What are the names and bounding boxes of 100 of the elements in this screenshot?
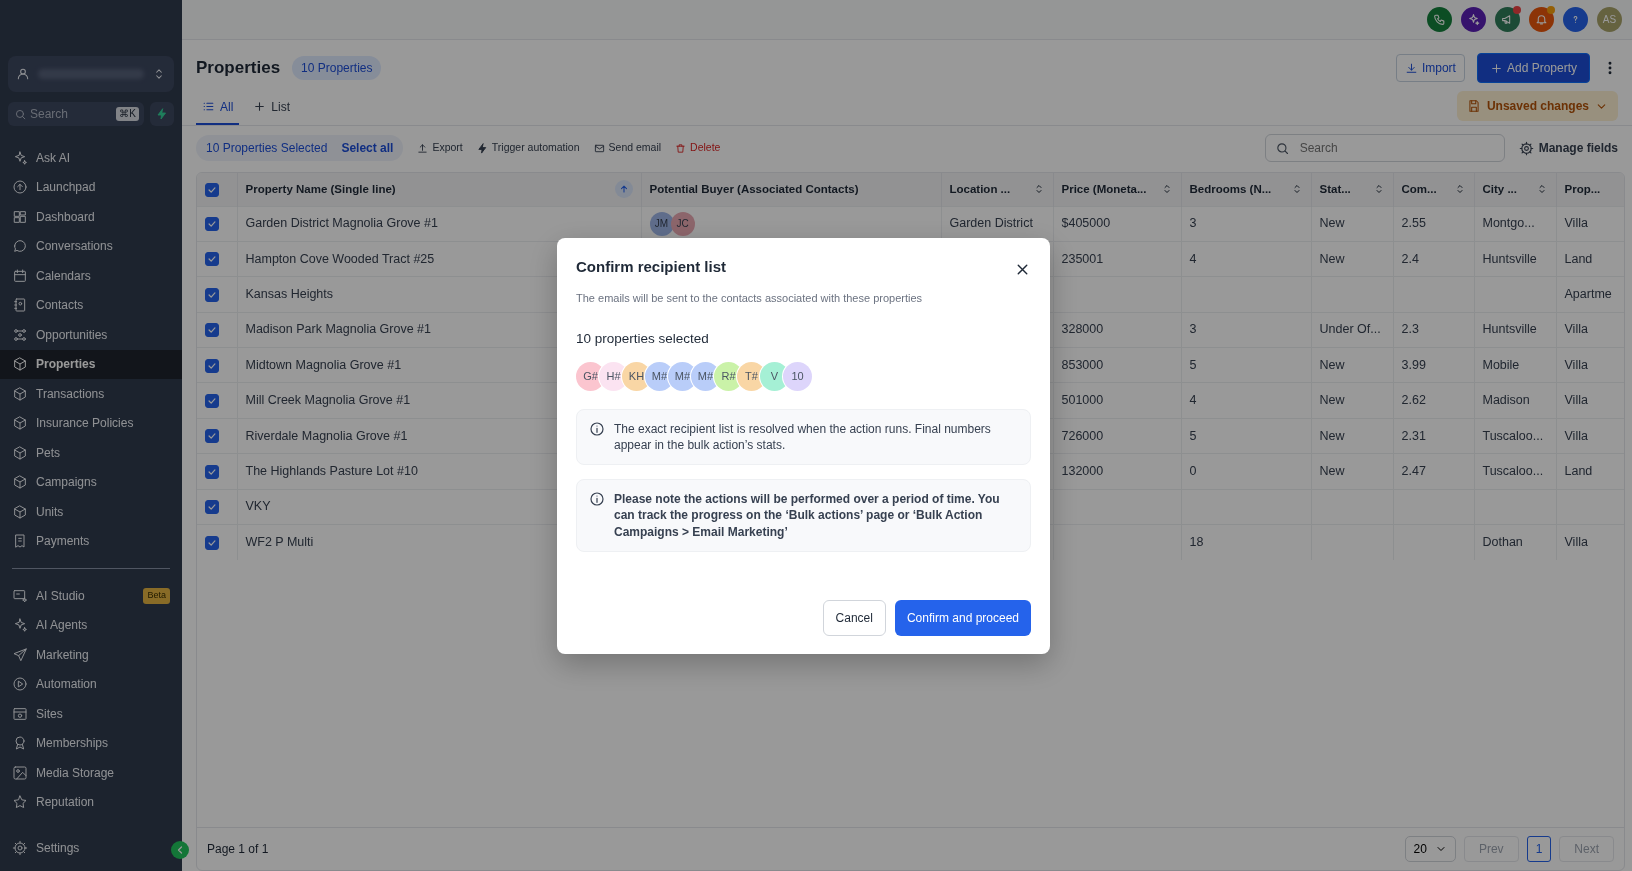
tab[interactable]: List [247,91,297,125]
sidebar-item[interactable]: Memberships [0,728,182,758]
automation-button[interactable]: Trigger automation [476,140,580,156]
check-icon [207,325,217,336]
cube-icon [12,356,28,373]
table-cell: 2.55 [1401,216,1426,231]
checkbox[interactable] [205,393,219,408]
unsaved-changes-button[interactable]: Unsaved changes [1456,91,1618,121]
email-button[interactable]: Send email [593,140,662,156]
table-cell: Land [1564,251,1593,266]
notification-dot [1513,6,1521,14]
import-button[interactable]: Import [1395,54,1465,82]
add-property-button[interactable]: Add Property [1476,53,1590,83]
tab[interactable]: All [196,91,240,125]
sidebar-item[interactable]: Conversations [0,231,182,261]
table-cell: Madison Park Magnolia Grove #1 [245,322,431,337]
phone-icon [1433,13,1446,26]
sidebar-item[interactable]: Contacts [0,290,182,320]
sidebar-item[interactable]: Insurance Policies [0,408,182,438]
sidebar-item[interactable]: Transactions [0,379,182,409]
sort-button[interactable] [614,180,633,199]
table-cell: Garden District Magnolia Grove #1 [245,216,438,231]
checkbox[interactable] [205,464,219,479]
checkbox[interactable] [205,429,219,444]
table-cell: The Highlands Pasture Lot #10 [245,464,418,479]
sidebar-item[interactable]: Dashboard [0,202,182,232]
checkbox[interactable] [205,287,219,302]
dialog-title: Confirm recipient list [576,258,727,276]
cancel-button[interactable]: Cancel [822,599,886,636]
sidebar-item[interactable]: AI Agents [0,610,182,640]
table-cell: Kansas Heights [245,287,334,302]
sidebar-item[interactable]: Pets [0,438,182,468]
sidebar-item[interactable]: Properties [0,349,182,379]
info-icon [589,420,605,437]
search-field[interactable]: Search [1264,134,1505,162]
sidebar-item[interactable]: Units [0,497,182,527]
table-cell: VKY [245,499,271,514]
sidebar-item[interactable]: Calendars [0,261,182,291]
table-cell: New [1319,216,1345,231]
sidebar-item[interactable]: Marketing [0,640,182,670]
table-cell: 501000 [1061,393,1104,408]
check-icon [207,466,217,477]
sidebar-item[interactable]: Payments [0,526,182,556]
delete-button[interactable]: Delete [675,140,721,156]
table-cell: Villa [1564,428,1588,443]
page-info: Page 1 of 1 [207,841,269,858]
checkbox[interactable] [205,182,219,197]
column-header: Bedrooms (N... [1189,181,1272,197]
sparkle-button[interactable] [1461,7,1486,32]
sidebar-item[interactable]: Opportunities [0,320,182,350]
help-button[interactable] [1563,7,1588,32]
table-cell: 3.99 [1401,357,1426,372]
sidebar-item[interactable]: Ask AI [0,143,182,173]
table-cell: Tuscaloo... [1482,428,1544,443]
sidebar-item[interactable]: Reputation [0,787,182,817]
page-number[interactable]: 1 [1526,836,1552,862]
checkbox[interactable] [205,252,219,267]
checkbox[interactable] [205,217,219,231]
sidebar-item[interactable]: Media Storage [0,758,182,788]
list-icon [202,100,215,113]
quick-action-button[interactable] [150,102,174,126]
checkbox[interactable] [205,323,219,338]
table-cell: 18 [1189,535,1204,550]
table-cell: 726000 [1061,428,1104,443]
account-switcher[interactable] [8,56,174,92]
phone-button[interactable] [1427,7,1452,32]
check-icon [207,395,217,406]
bell-button[interactable] [1529,7,1554,32]
checkbox[interactable] [205,500,219,515]
table-cell: 3 [1189,216,1197,231]
table-cell: 4 [1189,251,1197,266]
sidebar-item[interactable]: Campaigns [0,467,182,497]
sidebar-item[interactable]: Launchpad [0,172,182,202]
checkbox[interactable] [205,535,219,550]
sidebar-item[interactable]: AI Studio Beta [0,581,182,611]
column-header: Location ... [949,181,1011,197]
table-cell: 5 [1189,428,1197,443]
image-icon [12,764,28,781]
check-icon [207,184,217,195]
select-all-link[interactable]: Select all [341,139,394,157]
column-header: Price (Moneta... [1061,181,1147,197]
sidebar-item[interactable]: Automation [0,669,182,699]
megaphone-button[interactable] [1495,7,1520,32]
table-cell: New [1319,357,1345,372]
sidebar-item[interactable]: Sites [0,699,182,729]
table-cell: 5 [1189,357,1197,372]
table-cell: 2.31 [1401,428,1426,443]
table-cell: Mobile [1482,357,1520,372]
check-icon [207,219,217,229]
info-icon [589,491,605,508]
table-cell: Villa [1564,535,1588,550]
confirm-button[interactable]: Confirm and proceed [894,599,1031,636]
checkbox[interactable] [205,358,219,373]
dialog-subtitle: The emails will be sent to the contacts associated with these properties [576,291,924,306]
table-cell: Under Of... [1319,322,1381,337]
settings-icon [1518,140,1534,156]
chat-bubble-icon [12,238,28,255]
manage-fields-button[interactable]: Manage fields [1518,139,1618,157]
page-size-select[interactable]: 20 [1404,836,1456,862]
export-button[interactable]: Export [417,140,463,156]
